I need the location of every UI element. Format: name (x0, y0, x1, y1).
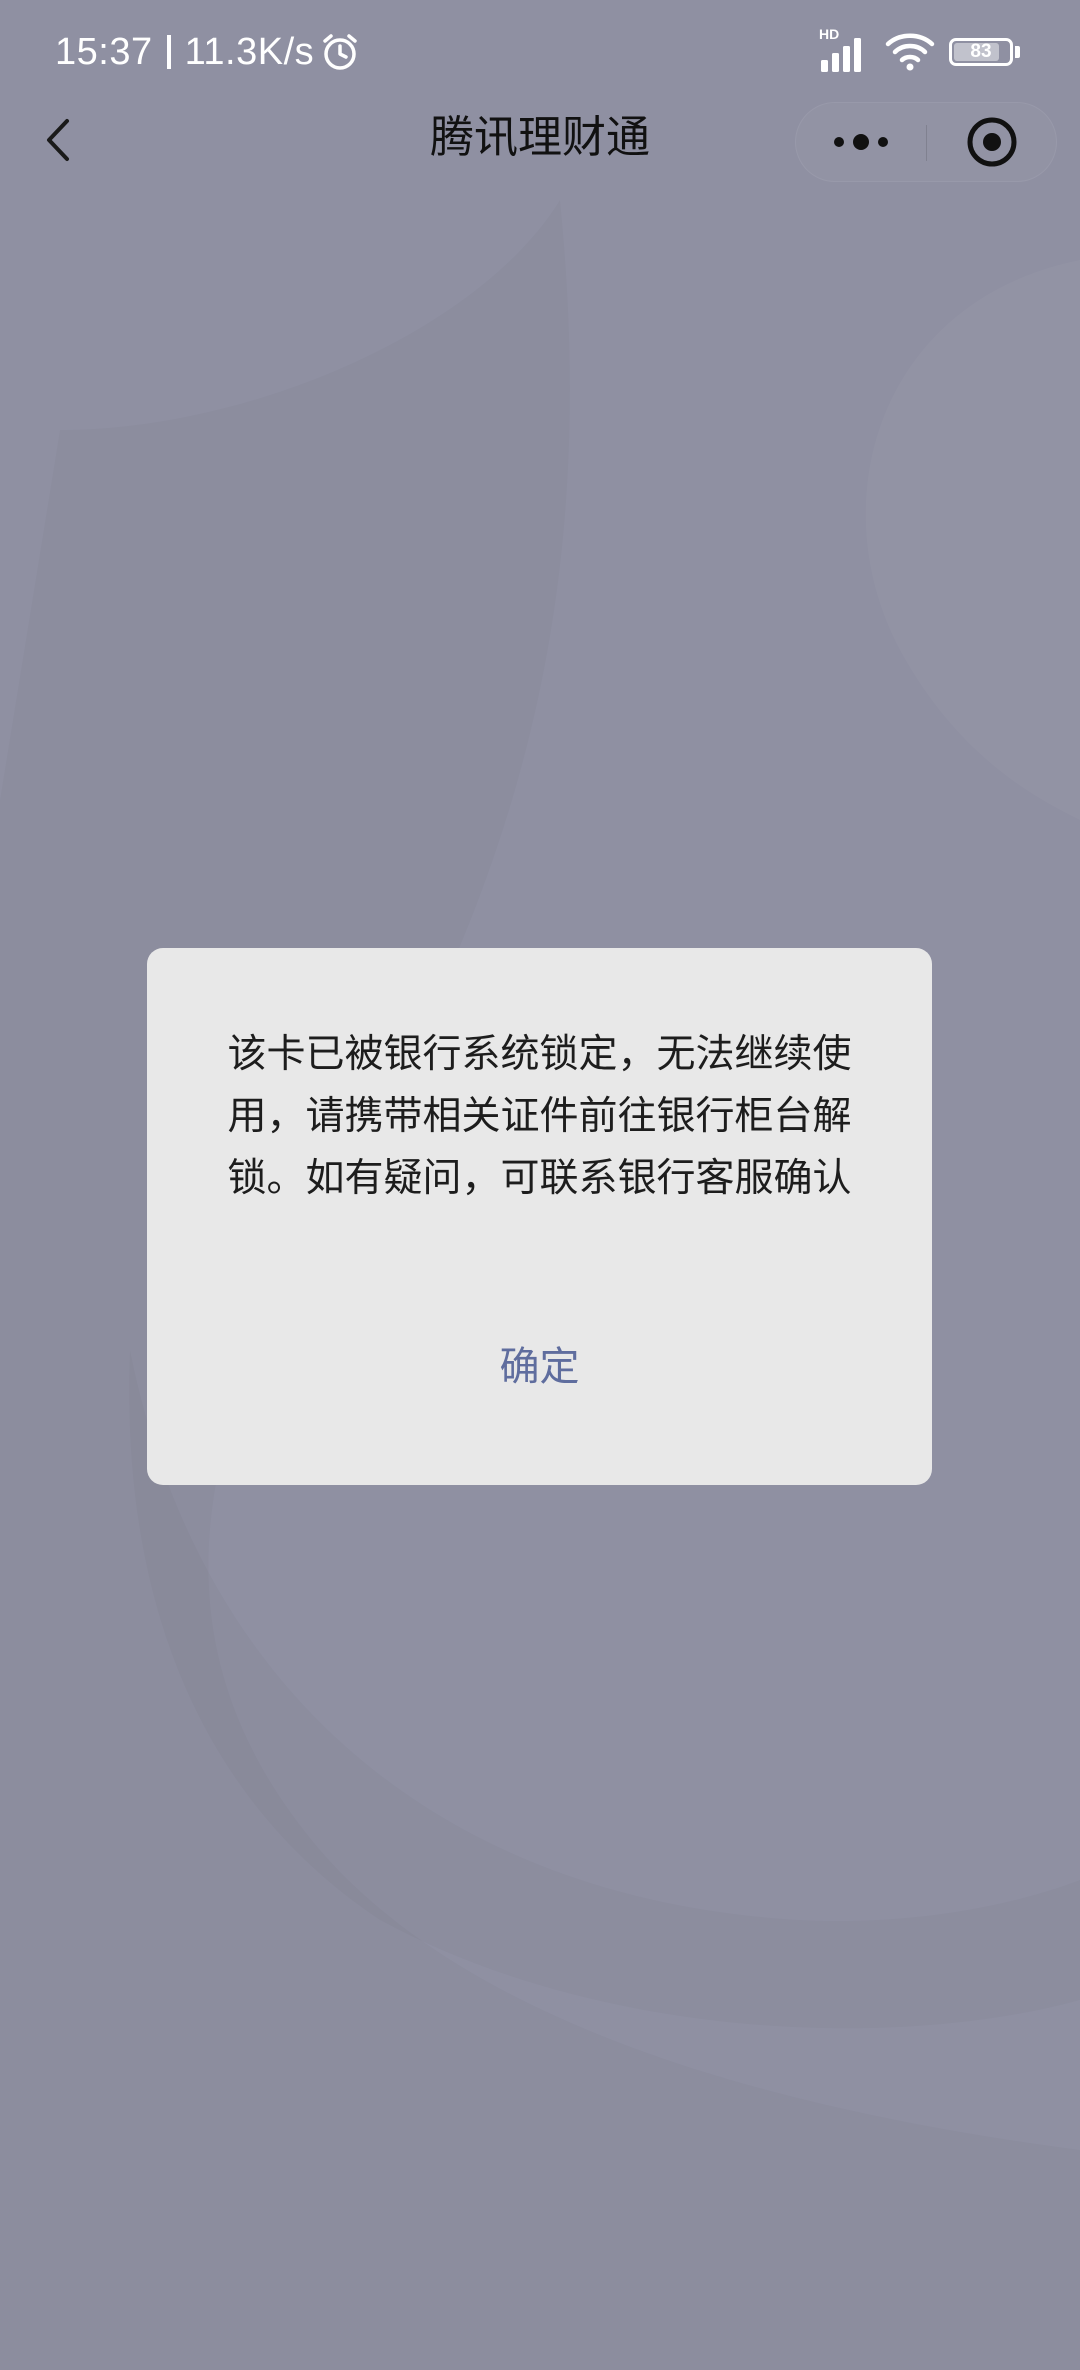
back-button[interactable] (28, 110, 88, 170)
more-button[interactable] (796, 103, 926, 181)
mini-program-capsule (795, 102, 1057, 182)
battery-icon: 83 (949, 38, 1020, 66)
alarm-icon (323, 34, 357, 70)
confirm-button[interactable]: 确定 (147, 1308, 932, 1418)
wifi-icon (885, 33, 935, 71)
signal-icon (821, 38, 861, 72)
close-target-icon (967, 117, 1017, 167)
battery-body: 83 (949, 38, 1013, 66)
status-right: HD 83 (819, 26, 1020, 74)
signal-indicator: HD (819, 26, 871, 74)
status-separator (166, 35, 171, 69)
network-speed: 11.3K/s (184, 30, 315, 73)
battery-tip (1015, 46, 1020, 58)
back-icon (47, 119, 69, 161)
page-title: 腾讯理财通 (430, 112, 650, 163)
alert-dialog: 该卡已被银行系统锁定，无法继续使用，请携带相关证件前往银行柜台解锁。如有疑问，可… (147, 948, 932, 1485)
status-left: 15:37 11.3K/s (55, 26, 360, 78)
more-icon (834, 134, 888, 150)
status-time: 15:37 (55, 30, 153, 73)
status-bar: 15:37 11.3K/s HD 83 (0, 0, 1080, 100)
battery-level: 83 (970, 41, 992, 62)
nav-bar: 腾讯理财通 (0, 100, 1080, 182)
close-button[interactable] (927, 103, 1057, 181)
dialog-message: 该卡已被银行系统锁定，无法继续使用，请携带相关证件前往银行柜台解锁。如有疑问，可… (227, 1032, 852, 1201)
